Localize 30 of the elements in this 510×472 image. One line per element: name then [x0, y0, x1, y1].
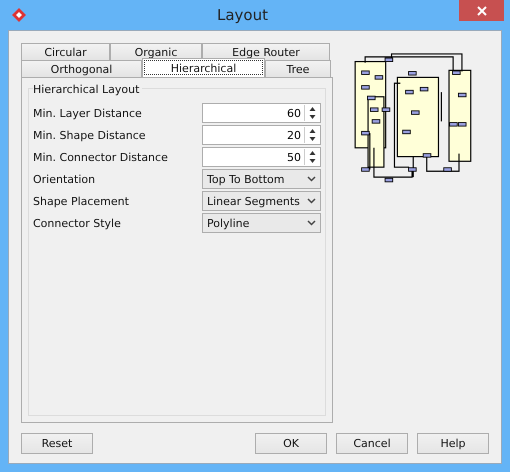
group-title: Hierarchical Layout: [33, 83, 142, 96]
field-label: Min. Connector Distance: [33, 150, 168, 164]
tab[interactable]: Edge Router: [202, 43, 330, 60]
chevron-down-icon: [307, 176, 316, 182]
tab[interactable]: Tree: [265, 60, 331, 77]
reset-button[interactable]: Reset: [21, 433, 93, 454]
close-icon: [476, 6, 486, 16]
dialog-button[interactable]: Help: [417, 433, 489, 454]
tab[interactable]: Organic: [110, 43, 202, 60]
tab[interactable]: Hierarchical: [142, 58, 265, 77]
spinner-field[interactable]: 20: [202, 125, 321, 145]
dropdown[interactable]: Polyline: [202, 213, 321, 233]
close-button[interactable]: [459, 0, 504, 21]
dropdown[interactable]: Top To Bottom: [202, 169, 321, 189]
chevron-down-icon: [307, 198, 316, 204]
field-label: Min. Layer Distance: [33, 106, 142, 120]
dialog-button[interactable]: Cancel: [336, 433, 408, 454]
dialog-button[interactable]: OK: [255, 433, 327, 454]
app-logo-icon: [12, 8, 26, 22]
window-title: Layout: [217, 6, 268, 24]
spinner-field[interactable]: 50: [202, 147, 321, 167]
field-label: Shape Placement: [33, 194, 129, 208]
field-label: Orientation: [33, 172, 96, 186]
field-label: Min. Shape Distance: [33, 128, 146, 142]
tab[interactable]: Circular: [21, 43, 110, 60]
dropdown[interactable]: Linear Segments: [202, 191, 321, 211]
spinner-field[interactable]: 60: [202, 103, 321, 123]
tab[interactable]: Orthogonal: [21, 60, 142, 77]
field-label: Connector Style: [33, 216, 121, 230]
chevron-down-icon: [307, 220, 316, 226]
